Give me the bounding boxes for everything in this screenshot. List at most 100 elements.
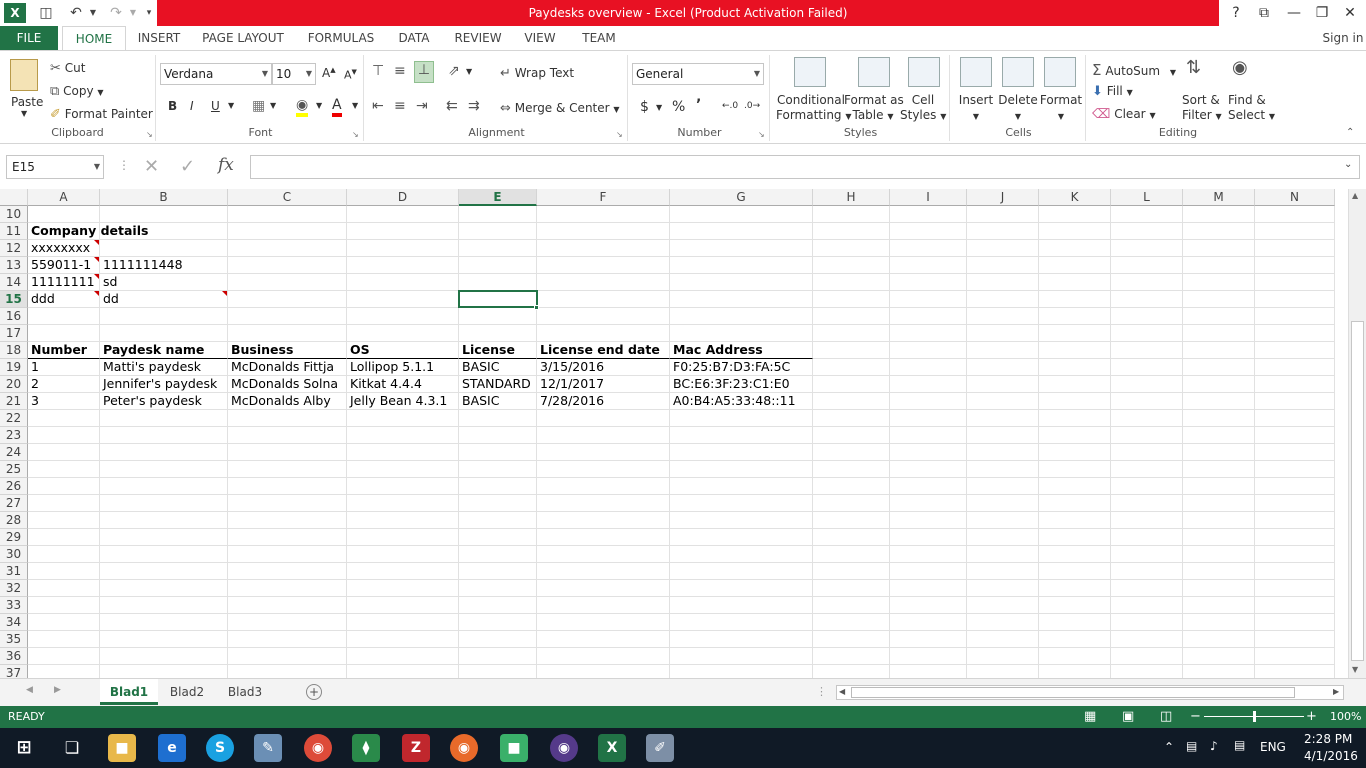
table-cell[interactable]: 2 bbox=[28, 376, 100, 393]
cell[interactable] bbox=[813, 478, 890, 495]
notepad-icon[interactable]: ✎ bbox=[254, 734, 282, 762]
cell[interactable] bbox=[1111, 393, 1183, 410]
cell[interactable] bbox=[1255, 563, 1335, 580]
cell[interactable] bbox=[813, 325, 890, 342]
fill-color-dropdown-icon[interactable]: ▼ bbox=[316, 101, 322, 110]
cell[interactable] bbox=[537, 325, 670, 342]
middle-align-icon[interactable]: ≡ bbox=[394, 63, 406, 79]
paste-icon[interactable] bbox=[10, 59, 38, 91]
cell[interactable] bbox=[1255, 308, 1335, 325]
cell[interactable] bbox=[1183, 631, 1255, 648]
table-cell[interactable]: STANDARD bbox=[459, 376, 537, 393]
excel-taskbar-icon[interactable]: X bbox=[598, 734, 626, 762]
cell[interactable] bbox=[347, 291, 459, 308]
cell[interactable] bbox=[967, 393, 1039, 410]
cell[interactable] bbox=[1111, 546, 1183, 563]
cell[interactable] bbox=[28, 427, 100, 444]
postman-icon[interactable]: ◉ bbox=[450, 734, 478, 762]
cell[interactable] bbox=[967, 665, 1039, 678]
column-header-i[interactable]: I bbox=[890, 189, 967, 206]
cell[interactable] bbox=[459, 444, 537, 461]
cell[interactable] bbox=[1255, 512, 1335, 529]
cell[interactable] bbox=[1255, 223, 1335, 240]
cell[interactable] bbox=[890, 478, 967, 495]
cell[interactable] bbox=[100, 631, 228, 648]
format-painter-button[interactable]: ✐ Format Painter bbox=[50, 107, 153, 122]
cell[interactable] bbox=[347, 308, 459, 325]
cell[interactable] bbox=[890, 342, 967, 359]
cell[interactable] bbox=[670, 410, 813, 427]
row-header-14[interactable]: 14 bbox=[0, 274, 28, 291]
cell[interactable] bbox=[537, 291, 670, 308]
cell[interactable] bbox=[28, 546, 100, 563]
cell[interactable] bbox=[1111, 580, 1183, 597]
cell[interactable] bbox=[228, 648, 347, 665]
cell[interactable] bbox=[967, 546, 1039, 563]
cell[interactable] bbox=[670, 631, 813, 648]
font-launcher-icon[interactable]: ↘ bbox=[352, 130, 359, 139]
cell[interactable] bbox=[1255, 376, 1335, 393]
cell[interactable] bbox=[28, 529, 100, 546]
cell[interactable] bbox=[347, 563, 459, 580]
cell[interactable] bbox=[228, 597, 347, 614]
cell[interactable] bbox=[1039, 444, 1111, 461]
cell[interactable] bbox=[347, 410, 459, 427]
cell[interactable] bbox=[347, 495, 459, 512]
table-cell[interactable]: McDonalds Fittja bbox=[228, 359, 347, 376]
cell[interactable] bbox=[1183, 580, 1255, 597]
cell[interactable] bbox=[1255, 206, 1335, 223]
cell[interactable] bbox=[1039, 563, 1111, 580]
cell[interactable] bbox=[813, 529, 890, 546]
tab-page-layout[interactable]: PAGE LAYOUT bbox=[200, 26, 286, 50]
cell[interactable] bbox=[1183, 529, 1255, 546]
insert-button[interactable]: Insert ▼ bbox=[954, 93, 998, 124]
cell[interactable] bbox=[1111, 597, 1183, 614]
cell[interactable] bbox=[890, 580, 967, 597]
font-color-icon[interactable]: A bbox=[332, 97, 342, 117]
cell[interactable] bbox=[100, 580, 228, 597]
cell[interactable] bbox=[813, 274, 890, 291]
cell[interactable] bbox=[813, 308, 890, 325]
scroll-down-icon[interactable]: ▼ bbox=[1352, 665, 1358, 674]
row-header-35[interactable]: 35 bbox=[0, 631, 28, 648]
cell[interactable] bbox=[670, 478, 813, 495]
page-layout-view-icon[interactable]: ▣ bbox=[1122, 706, 1134, 728]
filezilla-icon[interactable]: Z bbox=[402, 734, 430, 762]
tab-file[interactable]: FILE bbox=[0, 26, 58, 50]
cell[interactable] bbox=[1255, 461, 1335, 478]
row-header-25[interactable]: 25 bbox=[0, 461, 28, 478]
show-hidden-icons-icon[interactable]: ⌃ bbox=[1164, 740, 1174, 754]
cell[interactable] bbox=[813, 359, 890, 376]
cell[interactable] bbox=[1039, 393, 1111, 410]
enter-icon[interactable]: ✓ bbox=[180, 156, 195, 177]
table-cell[interactable]: Jelly Bean 4.3.1 bbox=[347, 393, 459, 410]
table-cell[interactable]: BASIC bbox=[459, 359, 537, 376]
cell[interactable] bbox=[228, 291, 347, 308]
cell[interactable] bbox=[100, 325, 228, 342]
cell[interactable] bbox=[967, 427, 1039, 444]
cell[interactable] bbox=[1183, 563, 1255, 580]
row-header-32[interactable]: 32 bbox=[0, 580, 28, 597]
table-cell[interactable]: 1 bbox=[28, 359, 100, 376]
cell[interactable] bbox=[537, 274, 670, 291]
cell[interactable] bbox=[890, 257, 967, 274]
tab-insert[interactable]: INSERT bbox=[134, 26, 184, 50]
cell[interactable] bbox=[537, 614, 670, 631]
cell[interactable] bbox=[670, 223, 813, 240]
row-header-10[interactable]: 10 bbox=[0, 206, 28, 223]
cell[interactable] bbox=[670, 240, 813, 257]
borders-dropdown-icon[interactable]: ▼ bbox=[270, 101, 276, 110]
orientation-dropdown-icon[interactable]: ▼ bbox=[466, 67, 472, 76]
cell[interactable] bbox=[890, 529, 967, 546]
cell[interactable] bbox=[1255, 580, 1335, 597]
autosum-button[interactable]: Σ AutoSum ▼ bbox=[1092, 61, 1176, 79]
cell[interactable] bbox=[1111, 478, 1183, 495]
cell-styles-icon[interactable] bbox=[908, 57, 940, 87]
cell[interactable] bbox=[228, 206, 347, 223]
cell[interactable] bbox=[1111, 223, 1183, 240]
table-header-business[interactable]: Business bbox=[228, 342, 347, 359]
tab-formulas[interactable]: FORMULAS bbox=[304, 26, 378, 50]
cell[interactable] bbox=[1039, 512, 1111, 529]
cell-a12[interactable]: xxxxxxxx bbox=[28, 240, 100, 257]
cell[interactable] bbox=[228, 631, 347, 648]
